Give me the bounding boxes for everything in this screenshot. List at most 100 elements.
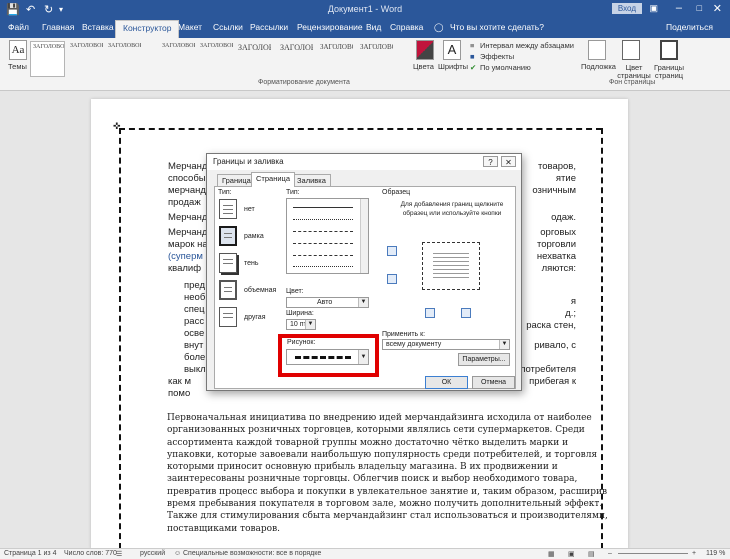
setting-shadow-icon[interactable] <box>219 253 237 273</box>
apply-to-select[interactable]: всему документу ▼ <box>382 339 510 350</box>
minimize-icon[interactable]: – <box>676 2 682 14</box>
colors-icon[interactable] <box>416 40 434 60</box>
setting-3d-label[interactable]: объемная <box>244 287 276 294</box>
zoom-in-icon[interactable]: + <box>692 550 696 557</box>
share-button[interactable]: Поделиться <box>666 22 713 32</box>
page-color-icon[interactable] <box>622 40 640 60</box>
read-mode-icon[interactable]: ▦ <box>548 550 555 558</box>
page-line: необ <box>184 292 206 303</box>
zoom-slider[interactable] <box>618 553 688 554</box>
tab-insert[interactable]: Вставка <box>82 22 114 32</box>
fonts-label[interactable]: Шрифты <box>438 62 468 71</box>
accessibility-icon[interactable]: ☺ <box>174 550 181 557</box>
setting-none-icon[interactable] <box>219 199 237 219</box>
cancel-button[interactable]: Отмена <box>472 376 515 389</box>
watermark-icon[interactable] <box>588 40 606 60</box>
page-borders-label[interactable]: Границы страниц <box>651 64 687 80</box>
setting-box-icon[interactable] <box>219 226 237 246</box>
close-icon[interactable]: ✕ <box>713 2 722 15</box>
page-line: озничным <box>532 185 576 196</box>
accessibility-status[interactable]: Специальные возможности: все в порядке <box>183 550 321 557</box>
page-line: д.; <box>565 308 576 319</box>
page-line: спец <box>184 304 205 315</box>
setting-custom-icon[interactable] <box>219 307 237 327</box>
print-layout-icon[interactable]: ▣ <box>568 550 575 558</box>
setting-shadow-label[interactable]: тень <box>244 260 259 267</box>
web-layout-icon[interactable]: ▤ <box>588 550 595 558</box>
page-borders-icon[interactable] <box>660 40 678 60</box>
dialog-close-icon[interactable]: ✕ <box>501 156 516 167</box>
left-border-button[interactable] <box>425 308 435 318</box>
tab-layout[interactable]: Макет <box>178 22 202 32</box>
setting-3d-icon[interactable] <box>219 280 237 300</box>
body-line: превратив процесс выбора и покупки в увл… <box>167 486 608 497</box>
effects-icon[interactable]: ■ <box>470 52 475 61</box>
help-icon[interactable]: ? <box>483 156 498 167</box>
tab-shading[interactable]: Заливка <box>292 174 331 186</box>
tab-view[interactable]: Вид <box>366 22 381 32</box>
tab-design[interactable]: Конструктор <box>115 20 180 38</box>
page-color-label[interactable]: Цвет страницы <box>617 64 651 80</box>
width-select[interactable]: 10 пт ▼ <box>286 319 316 330</box>
style-set-9[interactable]: ЗАГОЛОВОК <box>358 41 393 77</box>
maximize-icon[interactable]: □ <box>697 3 702 13</box>
paragraph-spacing-icon[interactable]: ≡ <box>470 41 474 50</box>
themes-label[interactable]: Темы <box>8 62 27 71</box>
style-set-3[interactable]: ЗАГОЛОВОК <box>106 41 141 77</box>
tab-mailings[interactable]: Рассылки <box>250 22 288 32</box>
setting-box-label[interactable]: рамка <box>244 233 264 240</box>
zoom-out-icon[interactable]: – <box>608 550 612 557</box>
tab-references[interactable]: Ссылки <box>213 22 243 32</box>
page-line: (суперм <box>168 251 203 262</box>
word-count[interactable]: Число слов: 770 <box>64 550 117 557</box>
fonts-icon[interactable]: A <box>443 40 461 60</box>
style-set-1[interactable]: ЗАГОЛОВОК <box>30 41 65 77</box>
setting-none-label[interactable]: нет <box>244 206 255 213</box>
watermark-label[interactable]: Подложка <box>581 62 616 71</box>
options-button[interactable]: Параметры... <box>458 353 510 366</box>
page-count[interactable]: Страница 1 из 4 <box>4 550 56 557</box>
page-line: внут <box>184 340 204 351</box>
setting-custom-label[interactable]: другая <box>244 314 265 321</box>
tab-review[interactable]: Рецензирование <box>297 22 363 32</box>
color-select[interactable]: Авто ▼ <box>286 297 369 308</box>
language[interactable]: русский <box>140 550 165 557</box>
tell-me-input[interactable]: Что вы хотите сделать? <box>450 22 544 32</box>
style-set-6[interactable]: ЗАГОЛОВОК <box>236 41 271 77</box>
bottom-border-button[interactable] <box>387 274 397 284</box>
style-set-5[interactable]: ЗАГОЛОВОК <box>198 41 233 77</box>
colors-label[interactable]: Цвета <box>413 62 434 71</box>
tab-home[interactable]: Главная <box>42 22 74 32</box>
page-line: продаж <box>168 197 201 208</box>
lightbulb-icon: ◯ <box>434 22 444 32</box>
proofing-icon[interactable]: ☰ <box>116 550 122 558</box>
style-set-2[interactable]: ЗАГОЛОВОК <box>68 41 103 77</box>
tab-border[interactable]: Граница <box>217 174 256 186</box>
tab-file[interactable]: Файл <box>8 22 29 32</box>
body-line: которыми приносит основную прибыль владе… <box>167 462 558 473</box>
ribbon-display-icon[interactable]: ▣ <box>649 3 658 14</box>
move-handle-icon: ✜ <box>113 121 121 131</box>
paragraph-spacing-button[interactable]: Интервал между абзацами <box>480 41 574 50</box>
apply-to-label: Применить к: <box>382 331 426 338</box>
preview-area[interactable] <box>422 242 480 290</box>
style-set-4[interactable]: ЗАГОЛОВОК <box>160 41 195 77</box>
set-as-default-button[interactable]: По умолчанию <box>480 63 531 72</box>
list-scrollbar[interactable] <box>360 199 368 273</box>
body-line: ассортимента каждой товарной группы можн… <box>167 437 569 448</box>
top-border-button[interactable] <box>387 246 397 256</box>
login-button[interactable]: Вход <box>611 3 642 14</box>
style-set-8[interactable]: ЗАГОЛОВОК <box>318 41 353 77</box>
effects-button[interactable]: Эффекты <box>480 52 514 61</box>
themes-icon[interactable]: Aa <box>9 40 27 60</box>
right-border-button[interactable] <box>461 308 471 318</box>
ok-button[interactable]: ОК <box>425 376 468 389</box>
tab-page-border[interactable]: Страница <box>251 172 295 187</box>
line-style-list[interactable] <box>286 198 369 274</box>
tab-help[interactable]: Справка <box>390 22 423 32</box>
chevron-down-icon: ▼ <box>358 298 368 307</box>
style-set-7[interactable]: ЗАГОЛОВОК <box>278 41 313 77</box>
zoom-level[interactable]: 119 % <box>706 550 725 557</box>
style-label: Тип: <box>286 189 300 196</box>
preview-hint: Для добавления границ щелкните образец и… <box>400 201 504 217</box>
